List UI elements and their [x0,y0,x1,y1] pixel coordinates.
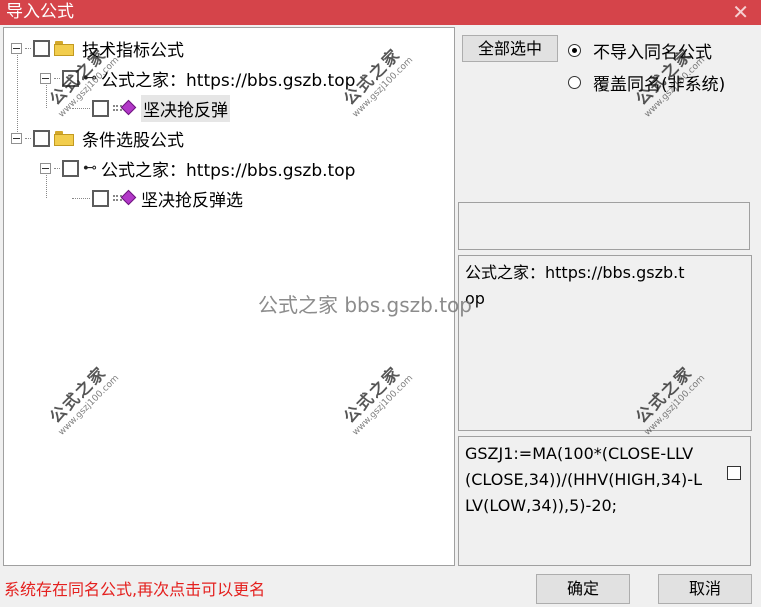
radio-dot[interactable] [568,76,581,89]
tree-node-formula-2[interactable]: 坚决抢反弹选 [72,184,243,212]
description-text: 公式之家：https://bbs.gszb.top [465,263,685,308]
radio-dot[interactable] [568,44,581,57]
code-checkbox[interactable] [727,466,741,480]
status-message: 系统存在同名公式,再次点击可以更名 [4,580,266,599]
tree-node-label: 坚决抢反弹选 [141,190,243,211]
tree-node-screening-formulas[interactable]: 条件选股公式 [11,124,184,152]
checkbox-formula-2[interactable] [92,189,109,207]
checkbox-source-2[interactable] [62,159,79,177]
collapse-toggle[interactable] [40,72,51,84]
key-icon: ⊷ [83,70,97,86]
tree-node-label: 坚决抢反弹 [141,94,230,122]
collapse-toggle[interactable] [11,42,22,54]
radio-label: 覆盖同名(非系统) [593,75,726,95]
tree-node-label: 公式之家：https://bbs.gszb.top [101,70,356,91]
checkbox-indicator-formulas[interactable] [33,39,50,57]
close-icon[interactable]: ✕ [732,0,749,24]
radio-label: 不导入同名公式 [593,43,712,63]
tree-node-source-1[interactable]: ⊷ 公式之家：https://bbs.gszb.top [40,64,355,92]
tree-node-label: 技术指标公式 [82,40,184,61]
folder-icon [54,130,74,146]
tree-node-label: 公式之家：https://bbs.gszb.top [101,160,356,181]
folder-icon [54,40,74,56]
checkbox-formula-1[interactable] [92,99,109,117]
formula-tree[interactable]: 技术指标公式 ⊷ 公式之家：https://bbs.gszb.top 坚决抢反弹… [3,27,455,566]
formula-code-panel: GSZJ1:=MA(100*(CLOSE-LLV(CLOSE,34))/(HHV… [458,436,751,566]
key-icon: ⊷ [83,160,97,176]
select-all-button[interactable]: 全部选中 [462,35,558,62]
radio-overwrite-duplicates[interactable]: 覆盖同名(非系统) [568,70,725,95]
formula-diamond-icon [113,189,137,206]
formula-diamond-icon [113,99,137,116]
cancel-button[interactable]: 取消 [658,574,752,604]
ok-button[interactable]: 确定 [536,574,630,604]
window-title: 导入公式 [6,2,74,22]
formula-code-text: GSZJ1:=MA(100*(CLOSE-LLV(CLOSE,34))/(HHV… [465,444,702,515]
checkbox-screening-formulas[interactable] [33,129,50,147]
tree-node-indicator-formulas[interactable]: 技术指标公式 [11,34,184,62]
checkbox-source-1[interactable] [62,69,79,87]
tree-node-formula-1[interactable]: 坚决抢反弹 [72,94,230,122]
description-panel: 公式之家：https://bbs.gszb.top [458,255,752,431]
tree-node-source-2[interactable]: ⊷ 公式之家：https://bbs.gszb.top [40,154,355,182]
name-field-panel[interactable] [458,202,750,250]
tree-node-label: 条件选股公式 [82,130,184,151]
collapse-toggle[interactable] [40,162,51,174]
radio-skip-duplicates[interactable]: 不导入同名公式 [568,38,712,63]
title-bar: 导入公式 ✕ [0,0,761,25]
collapse-toggle[interactable] [11,132,22,144]
